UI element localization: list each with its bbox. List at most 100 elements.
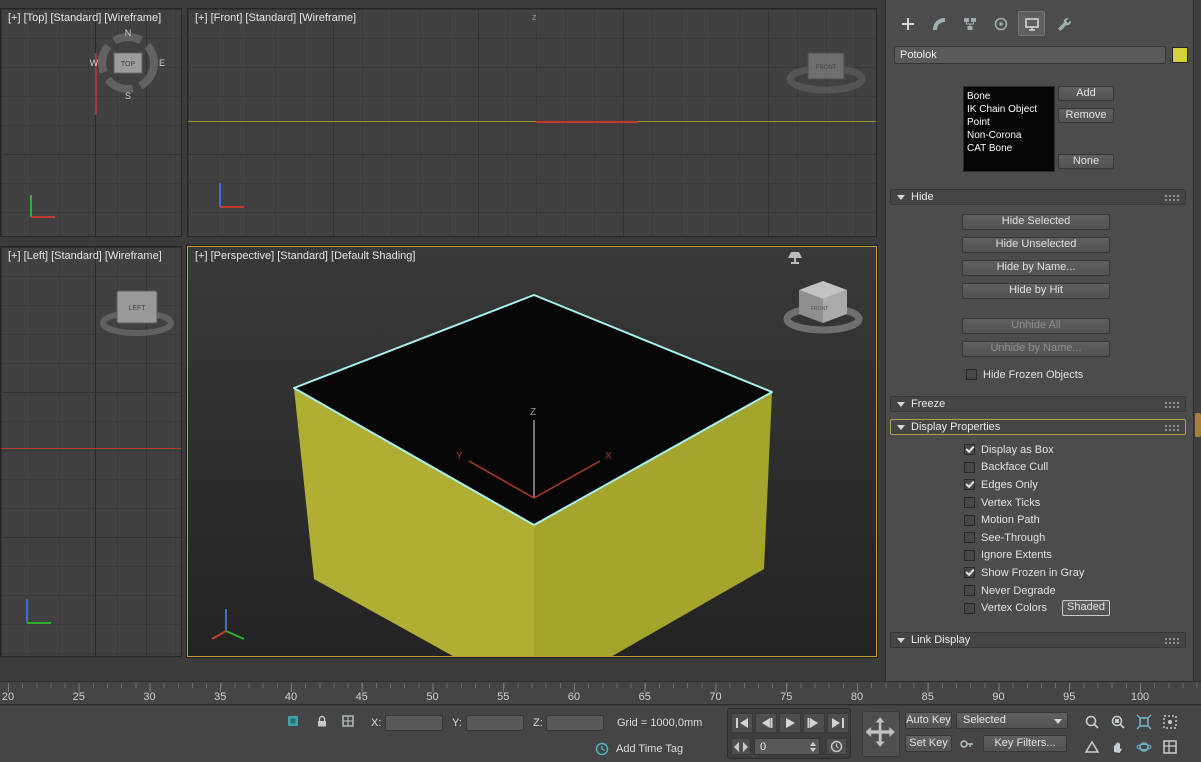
checkbox-row[interactable]: Motion Path bbox=[964, 511, 1189, 529]
hide-category-item[interactable]: CAT Bone bbox=[967, 142, 1051, 155]
checkbox-row[interactable]: Edges Only bbox=[964, 476, 1189, 494]
unhide-all-button[interactable]: Unhide All bbox=[962, 318, 1110, 334]
rollout-grip[interactable] bbox=[1164, 637, 1179, 644]
viewcube-compass[interactable]: TOP N S W E bbox=[89, 23, 167, 103]
viewport-front[interactable]: [+] [Front] [Standard] [Wireframe] z FRO… bbox=[187, 8, 877, 237]
z-coord-field[interactable] bbox=[546, 715, 604, 731]
hide-selected-button[interactable]: Hide Selected bbox=[962, 214, 1110, 230]
absolute-offset-mode-icon[interactable] bbox=[338, 712, 358, 730]
checkbox[interactable] bbox=[964, 444, 975, 455]
add-button[interactable]: Add bbox=[1058, 86, 1114, 101]
object-color-swatch[interactable] bbox=[1172, 47, 1188, 63]
auto-key-button[interactable]: Auto Key bbox=[905, 712, 952, 729]
time-tag-icon[interactable] bbox=[592, 740, 612, 758]
zoom-all-icon[interactable] bbox=[1106, 712, 1130, 732]
rollout-freeze[interactable]: Freeze bbox=[890, 396, 1186, 412]
current-frame-spinner[interactable]: 0 bbox=[754, 738, 820, 755]
maximize-viewport-icon[interactable] bbox=[1158, 737, 1182, 757]
y-coord-field[interactable] bbox=[466, 715, 524, 731]
tab-motion[interactable] bbox=[987, 11, 1014, 36]
selected-box-object[interactable] bbox=[294, 295, 772, 657]
selection-filter-dropdown[interactable]: Selected bbox=[956, 712, 1068, 729]
selection-lock-icon[interactable] bbox=[312, 712, 332, 730]
move-arrows-icon[interactable] bbox=[862, 711, 900, 757]
hide-category-item[interactable]: Bone bbox=[967, 90, 1051, 103]
panel-scrollbar[interactable] bbox=[1193, 0, 1201, 681]
hide-by-hit-button[interactable]: Hide by Hit bbox=[962, 283, 1110, 299]
rollout-hide[interactable]: Hide bbox=[890, 189, 1186, 205]
none-button[interactable]: None bbox=[1058, 154, 1114, 169]
object-edge-line[interactable] bbox=[188, 121, 877, 122]
hide-unselected-button[interactable]: Hide Unselected bbox=[962, 237, 1110, 253]
checkbox-row[interactable]: Vertex Ticks bbox=[964, 494, 1189, 512]
checkbox-row[interactable]: Backface Cull bbox=[964, 459, 1189, 477]
frame-step-arrows[interactable] bbox=[731, 738, 751, 755]
viewport-perspective[interactable]: [+] [Perspective] [Standard] [Default Sh… bbox=[187, 246, 877, 657]
checkbox[interactable] bbox=[964, 515, 975, 526]
checkbox[interactable] bbox=[964, 603, 975, 614]
object-name-input[interactable] bbox=[894, 46, 1166, 64]
hide-category-item[interactable]: Point bbox=[967, 116, 1051, 129]
viewport-left[interactable]: [+] [Left] [Standard] [Wireframe] LEFT bbox=[0, 246, 182, 657]
compass-w[interactable]: W bbox=[90, 58, 99, 68]
checkbox-row[interactable]: Never Degrade bbox=[964, 582, 1189, 600]
key-filters-button[interactable]: Key Filters... bbox=[983, 735, 1067, 752]
viewcube-perspective[interactable]: FRONT bbox=[787, 281, 859, 330]
viewport-perspective-label[interactable]: [+] [Perspective] [Standard] [Default Sh… bbox=[195, 250, 415, 262]
hide-category-list[interactable]: BoneIK Chain ObjectPointNon-CoronaCAT Bo… bbox=[963, 86, 1055, 172]
checkbox-row[interactable]: See-Through bbox=[964, 529, 1189, 547]
zoom-icon[interactable] bbox=[1080, 712, 1104, 732]
go-to-end-button[interactable] bbox=[827, 713, 849, 733]
viewport-top-label[interactable]: [+] [Top] [Standard] [Wireframe] bbox=[8, 12, 161, 24]
viewcube-left[interactable]: LEFT bbox=[97, 279, 181, 337]
timeline-ruler[interactable]: 20253035404550556065707580859095100 bbox=[0, 681, 1201, 705]
compass-s[interactable]: S bbox=[125, 91, 131, 101]
remove-button[interactable]: Remove bbox=[1058, 108, 1114, 123]
checkbox[interactable] bbox=[964, 479, 975, 490]
tab-display[interactable] bbox=[1018, 11, 1045, 36]
previous-frame-button[interactable] bbox=[755, 713, 777, 733]
compass-e[interactable]: E bbox=[159, 58, 165, 68]
shaded-button[interactable]: Shaded bbox=[1062, 600, 1110, 616]
key-mode-toggle-icon[interactable] bbox=[826, 738, 847, 755]
checkbox[interactable] bbox=[964, 497, 975, 508]
tab-hierarchy[interactable] bbox=[956, 11, 983, 36]
next-frame-button[interactable] bbox=[803, 713, 825, 733]
checkbox-row[interactable]: Show Frozen in Gray bbox=[964, 564, 1189, 582]
rollout-grip[interactable] bbox=[1164, 424, 1179, 431]
viewport-left-label[interactable]: [+] [Left] [Standard] [Wireframe] bbox=[8, 250, 162, 262]
checkbox[interactable] bbox=[964, 532, 975, 543]
checkbox[interactable] bbox=[964, 550, 975, 561]
isolate-selection-icon[interactable] bbox=[283, 712, 303, 730]
checkbox-row[interactable]: Display as Box bbox=[964, 441, 1189, 459]
tab-modify[interactable] bbox=[925, 11, 952, 36]
panel-scrollbar-thumb[interactable] bbox=[1195, 413, 1201, 437]
zoom-region-icon[interactable] bbox=[1158, 712, 1182, 732]
orbit-icon[interactable] bbox=[1132, 737, 1156, 757]
hide-category-item[interactable]: IK Chain Object bbox=[967, 103, 1051, 116]
checkbox[interactable] bbox=[964, 585, 975, 596]
pan-icon[interactable] bbox=[1106, 737, 1130, 757]
rollout-display-properties[interactable]: Display Properties bbox=[890, 419, 1186, 435]
set-key-button[interactable]: Set Key bbox=[905, 735, 952, 752]
viewport-top[interactable]: [+] [Top] [Standard] [Wireframe] TOP N S… bbox=[0, 8, 182, 237]
tab-create[interactable] bbox=[894, 11, 921, 36]
checkbox-row[interactable]: Ignore Extents bbox=[964, 547, 1189, 565]
add-time-tag-label[interactable]: Add Time Tag bbox=[616, 743, 683, 755]
zoom-extents-icon[interactable] bbox=[1132, 712, 1156, 732]
lighting-icon[interactable] bbox=[788, 252, 802, 264]
hide-category-item[interactable]: Non-Corona bbox=[967, 129, 1051, 142]
tab-utilities[interactable] bbox=[1049, 11, 1076, 36]
field-of-view-icon[interactable] bbox=[1080, 737, 1104, 757]
viewport-front-label[interactable]: [+] [Front] [Standard] [Wireframe] bbox=[195, 12, 356, 24]
checkbox[interactable] bbox=[964, 462, 975, 473]
rollout-link-display[interactable]: Link Display bbox=[890, 632, 1186, 648]
play-button[interactable] bbox=[779, 713, 801, 733]
x-coord-field[interactable] bbox=[385, 715, 443, 731]
checkbox[interactable] bbox=[964, 567, 975, 578]
new-key-settings-icon[interactable] bbox=[957, 735, 977, 753]
rollout-grip[interactable] bbox=[1164, 401, 1179, 408]
rollout-grip[interactable] bbox=[1164, 194, 1179, 201]
viewcube-front[interactable]: FRONT bbox=[784, 35, 870, 97]
go-to-start-button[interactable] bbox=[731, 713, 753, 733]
